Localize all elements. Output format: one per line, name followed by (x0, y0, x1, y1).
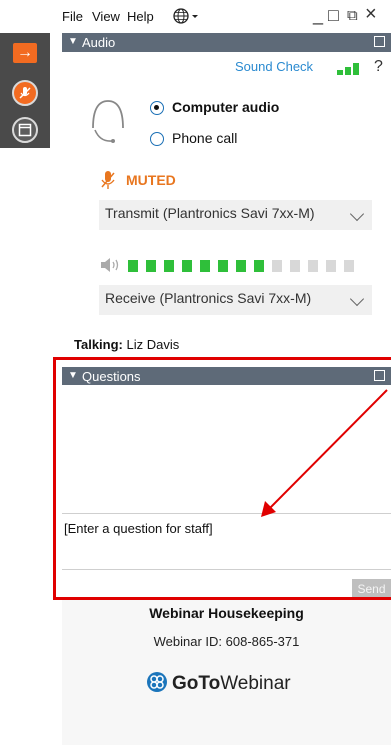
question-input[interactable] (62, 520, 366, 537)
language-globe-icon[interactable] (172, 7, 202, 25)
speaker-icon (101, 258, 119, 272)
gotowebinar-logo: GoToWebinar (146, 671, 291, 697)
muted-mic-icon (101, 171, 115, 189)
level-segment (290, 260, 300, 272)
level-segment (326, 260, 336, 272)
talking-name: Liz Davis (126, 337, 180, 352)
audio-panel-header[interactable]: ▼ Audio (62, 33, 391, 52)
collapse-triangle-icon: ▼ (68, 370, 78, 381)
headset-icon (92, 100, 124, 143)
collapse-triangle-icon: ▼ (68, 36, 78, 47)
maximize-button[interactable]: □ (328, 5, 339, 26)
questions-log (62, 385, 391, 513)
talking-label: Talking: (74, 337, 123, 352)
sound-check-link[interactable]: Sound Check (235, 59, 313, 74)
level-segment (272, 260, 282, 272)
level-segment (218, 260, 228, 272)
phone-call-radio[interactable] (150, 132, 164, 146)
receive-device-select[interactable]: Receive (Plantronics Savi 7xx-M) (99, 285, 372, 315)
goto-flower-logo-icon (147, 672, 167, 692)
level-segment (182, 260, 192, 272)
help-question-icon[interactable]: ? (374, 58, 383, 76)
phone-call-label[interactable]: Phone call (172, 130, 237, 146)
transmit-device-select[interactable]: Transmit (Plantronics Savi 7xx-M) (99, 200, 372, 230)
level-segment (200, 260, 210, 272)
level-segment (164, 260, 174, 272)
collapse-arrow-button[interactable]: → (13, 43, 37, 63)
level-segment (236, 260, 246, 272)
restore-button[interactable]: ⧉ (347, 7, 358, 24)
chevron-down-icon (349, 291, 365, 307)
chevron-down-icon (349, 206, 365, 222)
level-segment (308, 260, 318, 272)
close-button[interactable]: × (365, 3, 377, 26)
muted-status: MUTED (126, 172, 176, 188)
window-icon (18, 123, 32, 137)
computer-audio-radio[interactable] (150, 101, 164, 115)
minimize-button[interactable]: _ (313, 5, 323, 26)
popout-icon[interactable] (374, 36, 385, 47)
talking-indicator: Talking: Liz Davis (74, 337, 179, 352)
popout-icon[interactable] (374, 370, 385, 381)
computer-audio-label[interactable]: Computer audio (172, 99, 279, 115)
level-segment (128, 260, 138, 272)
receive-device-value: Receive (Plantronics Savi 7xx-M) (105, 290, 312, 306)
menu-help[interactable]: Help (127, 9, 154, 24)
mute-toggle-button[interactable] (12, 80, 38, 106)
brand-goto: GoTo (172, 673, 221, 694)
microphone-muted-icon (19, 87, 31, 99)
send-button[interactable]: Send (352, 579, 391, 599)
webinar-id: Webinar ID: 608-865-371 (153, 634, 300, 649)
control-panel-strip: → (0, 33, 50, 148)
brand-webinar: Webinar (220, 673, 291, 694)
signal-strength-icon (337, 63, 359, 75)
webinar-title: Webinar Housekeeping (149, 605, 304, 621)
menu-bar: File View Help _ □ ⧉ × (62, 0, 391, 32)
show-panel-button[interactable] (12, 117, 38, 143)
questions-panel-title: Questions (82, 369, 141, 384)
speaker-level-meter (128, 260, 362, 272)
menu-view[interactable]: View (92, 9, 120, 24)
question-input-area[interactable] (62, 513, 391, 570)
transmit-device-value: Transmit (Plantronics Savi 7xx-M) (105, 205, 315, 221)
audio-panel-title: Audio (82, 35, 116, 50)
arrow-right-icon: → (17, 44, 33, 61)
menu-file[interactable]: File (62, 9, 83, 24)
questions-panel-header[interactable]: ▼ Questions (62, 367, 391, 386)
level-segment (146, 260, 156, 272)
level-segment (254, 260, 264, 272)
level-segment (344, 260, 354, 272)
